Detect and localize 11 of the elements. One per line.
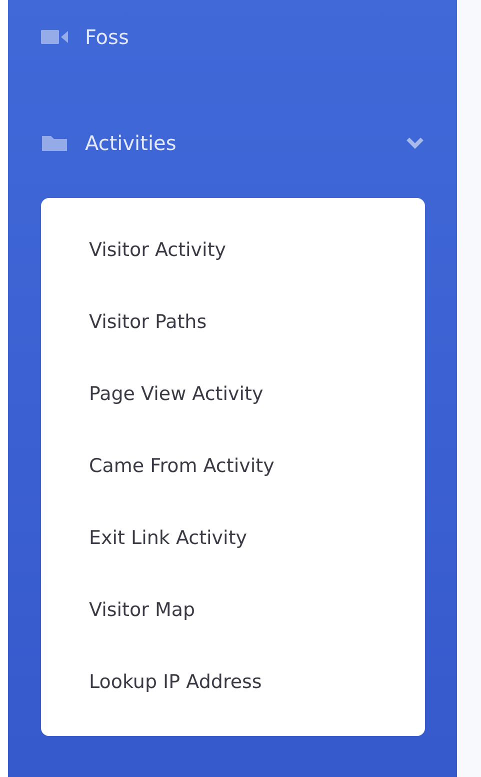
submenu-item[interactable]: Visitor Map bbox=[41, 574, 425, 646]
submenu-item[interactable]: Exit Link Activity bbox=[41, 502, 425, 574]
submenu-item[interactable]: Visitor Activity bbox=[41, 214, 425, 286]
submenu-item[interactable]: Page View Activity bbox=[41, 358, 425, 430]
submenu-item[interactable]: Visitor Paths bbox=[41, 286, 425, 358]
sidebar-item[interactable]: Activities bbox=[41, 128, 425, 158]
submenu-item[interactable]: Lookup IP Address bbox=[41, 646, 425, 718]
video-camera-icon bbox=[41, 27, 69, 47]
sidebar-item[interactable]: Foss bbox=[41, 22, 425, 52]
folder-icon bbox=[41, 133, 69, 153]
submenu-item[interactable]: Came From Activity bbox=[41, 430, 425, 502]
